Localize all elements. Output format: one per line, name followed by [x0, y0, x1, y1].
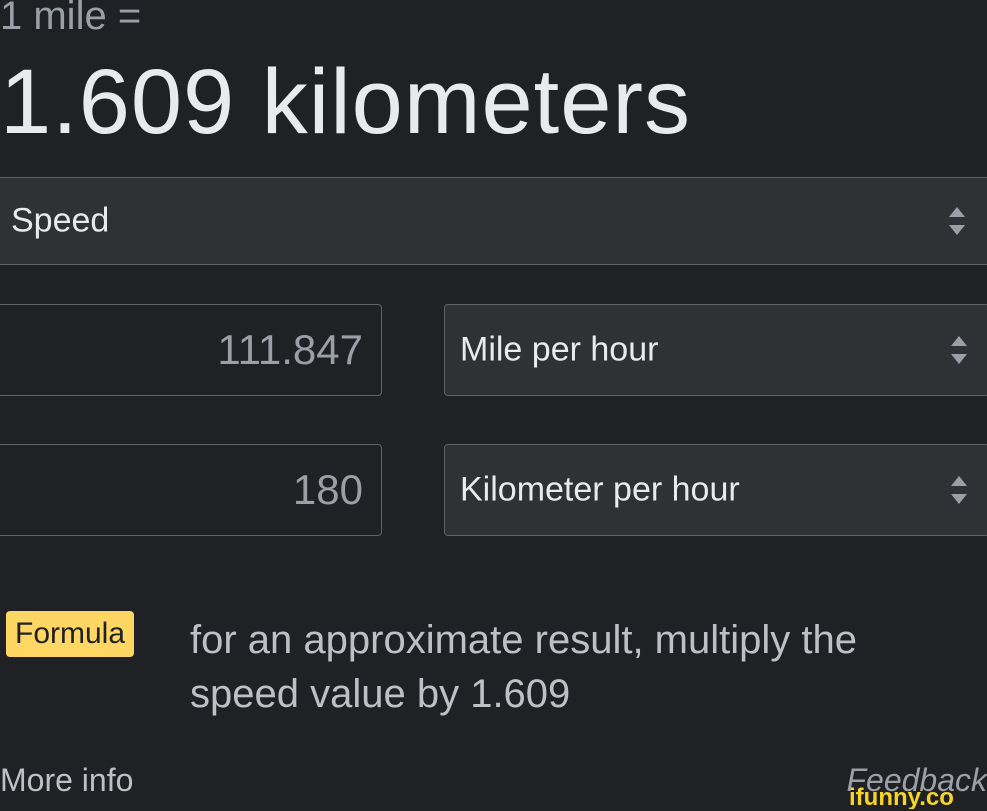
conversion-equation-label: 1 mile = [0, 0, 142, 38]
to-value-input[interactable] [0, 444, 382, 536]
category-select-value: Speed [11, 201, 110, 240]
to-unit-select-value: Kilometer per hour [460, 470, 740, 509]
category-select[interactable]: Speed [0, 177, 987, 265]
from-unit-select[interactable]: Mile per hour [444, 304, 987, 396]
to-unit-select[interactable]: Kilometer per hour [444, 444, 987, 536]
more-info-link[interactable]: More info [0, 760, 133, 800]
formula-badge: Formula [6, 611, 135, 657]
unfold-updown-icon [951, 476, 967, 504]
conversion-result: 1.609 kilometers [0, 51, 691, 153]
from-unit-select-value: Mile per hour [460, 330, 659, 369]
watermark-text: ifunny.co [849, 784, 954, 809]
formula-description: for an approximate result, multiply the … [190, 618, 857, 716]
unfold-updown-icon [949, 207, 965, 235]
unfold-updown-icon [951, 336, 967, 364]
ifunny-logo: ifunny.co [849, 784, 954, 809]
from-value-input[interactable] [0, 304, 382, 396]
